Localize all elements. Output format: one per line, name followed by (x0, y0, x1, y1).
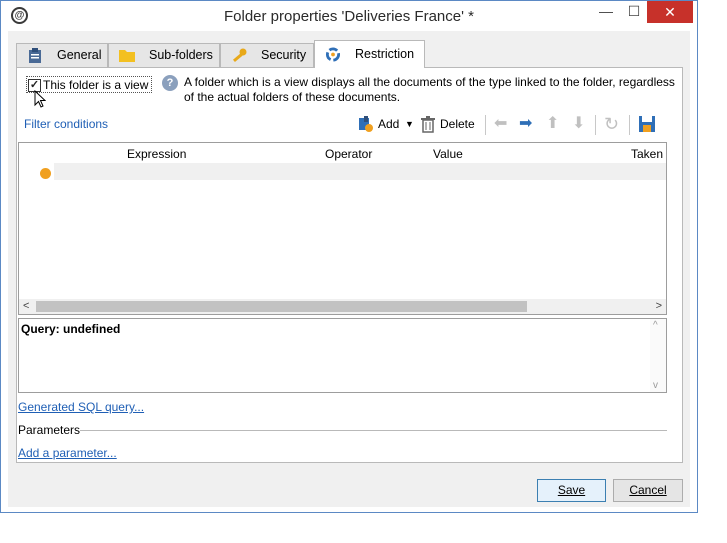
tab-label: Restriction (355, 47, 415, 61)
restriction-panel: ✓ This folder is a view This folder is a… (16, 67, 683, 463)
tab-general[interactable]: General (16, 43, 108, 67)
toolbar-separator (485, 115, 486, 135)
tab-security[interactable]: Security (220, 43, 314, 67)
column-header[interactable]: Expression (127, 147, 186, 161)
vertical-scrollbar[interactable]: ^ v (650, 319, 666, 392)
parameters-divider (80, 430, 667, 431)
conditions-grid[interactable]: Expression Operator Value Taken < > (18, 142, 667, 315)
save-button[interactable]: Save (537, 479, 606, 502)
generated-sql-link[interactable]: Generated SQL query... (18, 400, 144, 414)
horizontal-scrollbar[interactable]: < > (19, 299, 666, 314)
tab-label: Security (261, 48, 307, 62)
scroll-down-arrow[interactable]: v (653, 380, 658, 391)
close-button[interactable]: ✕ (647, 1, 693, 23)
query-box[interactable]: Query: undefined ^ v (18, 318, 667, 393)
restriction-icon (325, 47, 341, 62)
key-icon (232, 48, 247, 63)
query-text: Query: undefined (21, 322, 121, 336)
mouse-cursor-icon (34, 90, 46, 108)
scroll-left-arrow[interactable]: < (23, 299, 29, 314)
view-checkbox-label[interactable]: This folder is a view (43, 78, 148, 92)
tab-label: Sub-folders (149, 48, 213, 62)
status-dot-icon (40, 168, 51, 179)
tab-restriction[interactable]: Restriction (314, 40, 425, 68)
delete-button[interactable]: Delete (440, 113, 475, 135)
save-button-label: Save (557, 483, 586, 497)
refresh-icon[interactable]: ↻ (604, 115, 619, 133)
add-condition-icon[interactable] (357, 115, 375, 133)
scroll-right-arrow[interactable]: > (656, 299, 662, 314)
grid-header: Expression Operator Value Taken (19, 143, 666, 163)
table-row[interactable] (54, 163, 666, 180)
column-header[interactable]: Value (433, 147, 463, 161)
title-bar[interactable]: @ Folder properties 'Deliveries France' … (1, 1, 697, 31)
dialog-body: General Sub-folders Security Restriction… (8, 31, 690, 507)
add-dropdown-arrow[interactable]: ▼ (405, 113, 414, 135)
cancel-button-label: Cancel (629, 483, 667, 497)
add-parameter-link[interactable]: Add a parameter... (18, 446, 117, 460)
column-header[interactable]: Operator (325, 147, 372, 161)
minimize-button[interactable]: — (591, 1, 621, 23)
maximize-button[interactable]: ☐ (619, 1, 649, 23)
parameters-label: Parameters (18, 423, 81, 437)
column-header[interactable]: Taken (631, 147, 663, 161)
clipboard-icon (29, 48, 41, 63)
move-up-icon[interactable]: ⬆ (546, 115, 559, 133)
move-right-icon[interactable]: ➡ (519, 115, 532, 133)
move-left-icon[interactable]: ⬅ (494, 115, 507, 133)
add-button[interactable]: Add (378, 113, 399, 135)
folder-icon (119, 50, 135, 62)
scroll-up-arrow[interactable]: ^ (653, 320, 658, 331)
tab-sub-folders[interactable]: Sub-folders (108, 43, 220, 67)
move-down-icon[interactable]: ⬇ (572, 115, 585, 133)
save-icon[interactable] (639, 116, 655, 132)
cancel-button[interactable]: Cancel (613, 479, 683, 502)
toolbar-separator (629, 115, 630, 135)
scrollbar-thumb[interactable] (36, 301, 527, 312)
trash-icon[interactable] (420, 116, 436, 133)
help-icon: ? (162, 75, 178, 91)
toolbar-separator (595, 115, 596, 135)
dialog-window: @ Folder properties 'Deliveries France' … (0, 0, 698, 513)
tab-label: General (57, 48, 102, 62)
help-text: A folder which is a view displays all th… (184, 75, 675, 104)
filter-conditions-label: Filter conditions (24, 117, 109, 131)
